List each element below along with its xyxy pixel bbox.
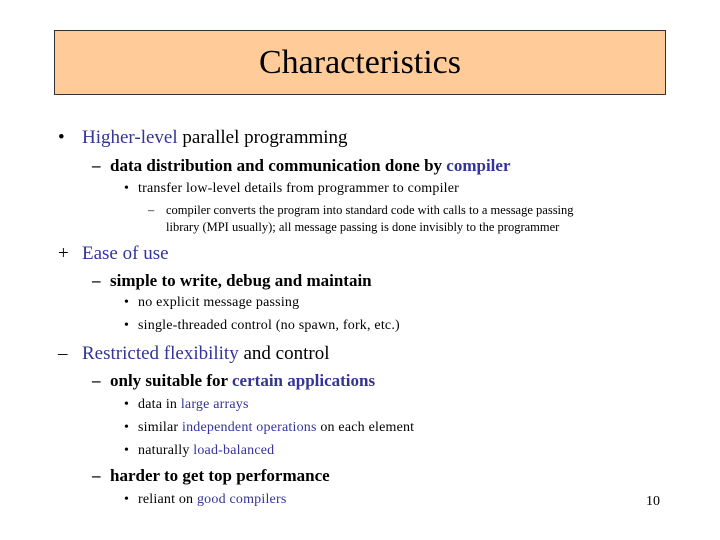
highlight-text: load-balanced: [193, 443, 275, 458]
bullet-restricted-flexibility: – Restricted flexibility and control: [58, 343, 329, 365]
dash-marker: –: [92, 156, 101, 175]
dash-marker: –: [92, 271, 101, 290]
sub-sub-bullet-independent-operations: • similar independent operations on each …: [124, 420, 414, 436]
sub-sub-bullet-single-threaded: • single-threaded control (no spawn, fork…: [124, 318, 400, 334]
text: simple to write, debug and maintain: [110, 271, 372, 290]
text: compiler converts the program into stand…: [166, 203, 574, 217]
text: parallel programming: [177, 127, 348, 148]
sub-bullet-simple: – simple to write, debug and maintain: [92, 271, 372, 291]
sub-bullet-data-distribution: – data distribution and communication don…: [92, 156, 511, 176]
text: similar: [138, 420, 182, 435]
sub-bullet-harder-performance: – harder to get top performance: [92, 466, 330, 486]
bullet-higher-level: • Higher-level parallel programming: [58, 127, 348, 149]
bullet-marker: •: [58, 127, 65, 148]
plus-marker: +: [58, 243, 69, 264]
highlight-text: Higher-level: [82, 127, 178, 148]
highlight-text: independent operations: [181, 420, 317, 435]
slide-title-box: Characteristics: [54, 30, 666, 95]
bullet-marker: •: [124, 295, 130, 310]
detail-compiler-converts: – compiler converts the program into stan…: [148, 203, 574, 218]
text: data distribution and communication done…: [110, 156, 447, 175]
bullet-marker: •: [124, 318, 130, 333]
slide-title: Characteristics: [258, 43, 462, 81]
highlight-text: certain applications: [232, 371, 376, 390]
highlight-text: Restricted flexibility: [82, 343, 239, 364]
text: no explicit message passing: [138, 295, 300, 310]
dash-marker: –: [148, 203, 155, 217]
detail-compiler-converts-cont: library (MPI usually); all message passi…: [166, 220, 559, 235]
sub-sub-bullet-large-arrays: • data in large arrays: [124, 397, 249, 413]
bullet-marker: •: [124, 443, 130, 458]
bullet-ease-of-use: + Ease of use: [58, 243, 169, 265]
sub-sub-bullet-transfer: • transfer low-level details from program…: [124, 181, 459, 197]
text: transfer low-level details from programm…: [138, 181, 460, 196]
bullet-marker: •: [124, 181, 130, 196]
highlight-text: large arrays: [180, 397, 249, 412]
text: only suitable for: [110, 371, 233, 390]
sub-sub-bullet-load-balanced: • naturally load-balanced: [124, 443, 274, 459]
text: reliant on: [138, 492, 197, 507]
text: data in: [138, 397, 181, 412]
sub-bullet-only-suitable: – only suitable for certain applications: [92, 371, 375, 391]
dash-marker: –: [92, 371, 101, 390]
sub-sub-bullet-no-explicit: • no explicit message passing: [124, 295, 299, 311]
bullet-marker: •: [124, 420, 130, 435]
page-number: 10: [646, 494, 660, 509]
sub-sub-bullet-good-compilers: • reliant on good compilers: [124, 492, 286, 508]
highlight-text: good compilers: [196, 492, 287, 507]
bullet-marker: •: [124, 397, 130, 412]
text: and control: [238, 343, 330, 364]
text: single-threaded control (no spawn, fork,…: [138, 318, 400, 333]
text: harder to get top performance: [110, 466, 330, 485]
text: library (MPI usually); all message passi…: [166, 220, 560, 234]
dash-marker: –: [58, 343, 68, 364]
text: on each element: [316, 420, 415, 435]
highlight-text: Ease of use: [82, 243, 169, 264]
dash-marker: –: [92, 466, 101, 485]
bullet-marker: •: [124, 492, 130, 507]
text: naturally: [138, 443, 194, 458]
highlight-text: compiler: [446, 156, 511, 175]
